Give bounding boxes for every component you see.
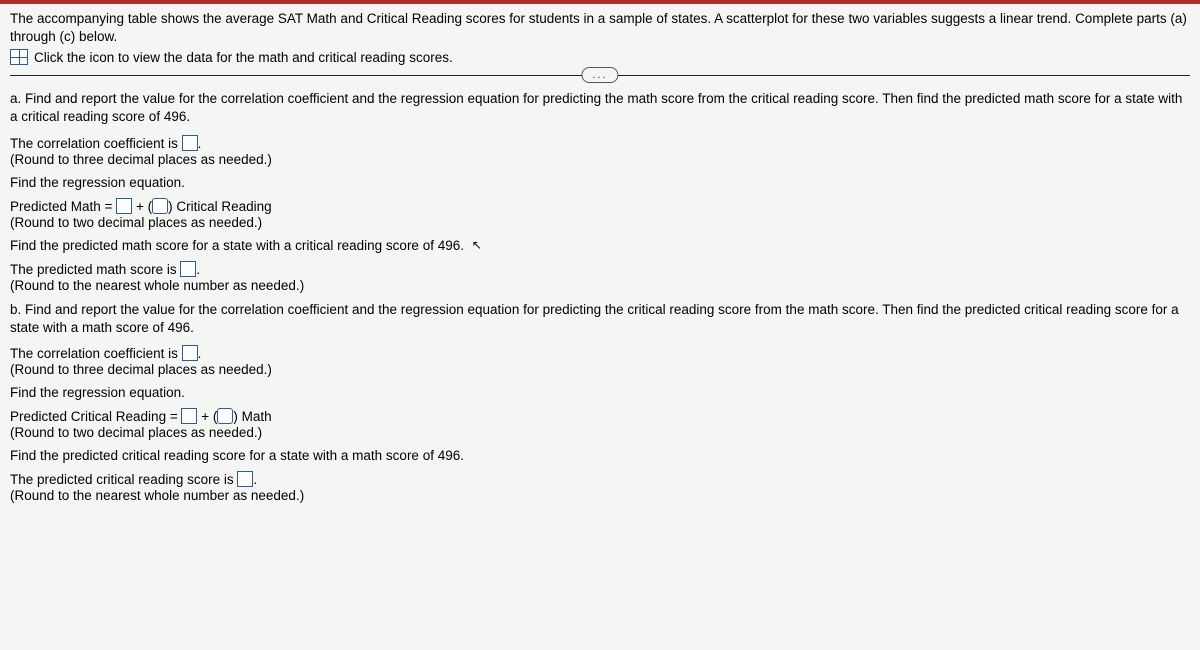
eq-a-lhs: Predicted Math =	[10, 199, 112, 214]
pred-a-hint: (Round to the nearest whole number as ne…	[10, 278, 1190, 293]
eq-a-hint: (Round to two decimal places as needed.)	[10, 215, 1190, 230]
slope-a-input[interactable]	[152, 198, 168, 214]
corr-b-input[interactable]	[182, 345, 198, 361]
find-pred-a: Find the predicted math score for a stat…	[10, 238, 1190, 253]
pred-b-hint: (Round to the nearest whole number as ne…	[10, 488, 1190, 503]
corr-a-input[interactable]	[182, 135, 198, 151]
period: .	[196, 262, 200, 277]
accent-bar	[0, 0, 1200, 4]
slope-b-input[interactable]	[217, 408, 233, 424]
part-b-corr-line: The correlation coefficient is .	[10, 345, 1190, 361]
corr-label: The correlation coefficient is	[10, 136, 178, 151]
corr-b-hint: (Round to three decimal places as needed…	[10, 362, 1190, 377]
pred-b-label: The predicted critical reading score is	[10, 472, 234, 487]
reg-eq-a: Predicted Math = + () Critical Reading	[10, 198, 1190, 214]
find-pred-a-text: Find the predicted math score for a stat…	[10, 238, 464, 253]
find-reg-b: Find the regression equation.	[10, 385, 1190, 400]
part-a-prompt: a. Find and report the value for the cor…	[10, 90, 1190, 126]
pred-a-line: The predicted math score is .	[10, 261, 1190, 277]
part-b-prompt: b. Find and report the value for the cor…	[10, 301, 1190, 337]
find-reg-a: Find the regression equation.	[10, 175, 1190, 190]
eq-b-plus: +	[201, 409, 209, 424]
paren-close-b: )	[233, 409, 238, 424]
data-link-row[interactable]: Click the icon to view the data for the …	[10, 49, 1190, 65]
period: .	[198, 346, 202, 361]
data-link-text: Click the icon to view the data for the …	[34, 50, 453, 65]
pred-a-label: The predicted math score is	[10, 262, 177, 277]
paren-close: )	[168, 199, 173, 214]
section-divider: ...	[10, 75, 1190, 76]
pred-b-input[interactable]	[237, 471, 253, 487]
corr-a-hint: (Round to three decimal places as needed…	[10, 152, 1190, 167]
period: .	[253, 472, 257, 487]
eq-b-rhs: Math	[242, 409, 272, 424]
part-a-corr-line: The correlation coefficient is .	[10, 135, 1190, 151]
intercept-b-input[interactable]	[181, 408, 197, 424]
expand-button[interactable]: ...	[581, 67, 618, 83]
eq-a-rhs: Critical Reading	[176, 199, 271, 214]
corr-b-label: The correlation coefficient is	[10, 346, 178, 361]
find-pred-b: Find the predicted critical reading scor…	[10, 448, 1190, 463]
eq-b-lhs: Predicted Critical Reading =	[10, 409, 178, 424]
reg-eq-b: Predicted Critical Reading = + () Math	[10, 408, 1190, 424]
table-icon	[10, 49, 28, 65]
pred-a-input[interactable]	[180, 261, 196, 277]
cursor-icon: ↖	[472, 238, 482, 252]
pred-b-line: The predicted critical reading score is …	[10, 471, 1190, 487]
eq-b-hint: (Round to two decimal places as needed.)	[10, 425, 1190, 440]
eq-a-plus: +	[136, 199, 144, 214]
problem-intro: The accompanying table shows the average…	[10, 10, 1190, 45]
intercept-a-input[interactable]	[116, 198, 132, 214]
period: .	[198, 136, 202, 151]
